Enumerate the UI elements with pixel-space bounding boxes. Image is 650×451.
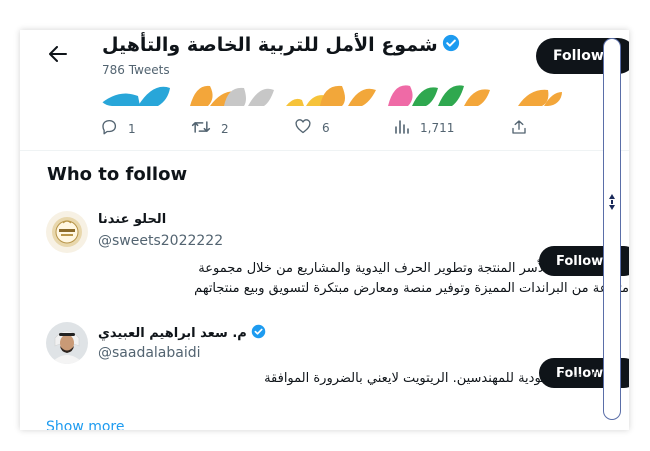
retweet-icon [191, 118, 211, 139]
user-bio-line-2: متنوعة من البراندات المميزة وتوفير منصة … [194, 281, 629, 296]
scrollbar[interactable] [603, 38, 621, 420]
analytics-bar-icon [394, 118, 410, 137]
tweet-panel: شموع الأمل للتربية الخاصة والتأهيل 786 T… [20, 30, 629, 430]
back-arrow-icon[interactable] [44, 40, 72, 68]
profile-name: شموع الأمل للتربية الخاصة والتأهيل [102, 34, 438, 56]
reply-icon [100, 118, 118, 139]
user-card-1[interactable]: الحلو عندنا @sweets2022222 Follow رؤيتنا… [20, 208, 629, 308]
who-to-follow-title: Who to follow [47, 164, 188, 185]
tweet-actions: 1 2 6 1,711 [98, 118, 538, 140]
views-button[interactable]: 1,711 [394, 118, 454, 137]
like-button[interactable]: 6 [294, 118, 330, 137]
profile-title: شموع الأمل للتربية الخاصة والتأهيل [102, 34, 460, 56]
heart-icon [294, 118, 312, 137]
verified-badge-icon [251, 324, 266, 343]
share-button[interactable] [510, 118, 528, 139]
view-count: 1,711 [420, 120, 455, 135]
retweet-count: 2 [221, 121, 229, 136]
avatar[interactable] [46, 211, 88, 253]
show-more-link[interactable]: Show more [46, 419, 125, 430]
user-name-row: الحلو عندنا [98, 212, 166, 227]
share-icon [510, 118, 528, 139]
user-name[interactable]: الحلو عندنا [98, 212, 166, 227]
user-bio-line-1: رؤيتنا هي دعم الأسر المنتجة وتطوير الحرف… [198, 261, 629, 276]
scroll-resize-icon[interactable] [608, 191, 616, 213]
user-bio-line-1: عضو الهيئة السعودية للمهندسين. الريتويت … [264, 371, 629, 386]
reply-button[interactable]: 1 [100, 118, 136, 139]
user-handle[interactable]: @sweets2022222 [98, 233, 223, 249]
avatar[interactable] [46, 322, 88, 364]
section-divider [20, 150, 629, 151]
user-handle[interactable]: @saadalabaidi [98, 345, 201, 361]
tweet-count: 786 Tweets [102, 63, 170, 77]
like-count: 6 [322, 120, 330, 135]
media-preview[interactable] [98, 78, 562, 106]
user-name-row: م. سعد ابراهيم العبيدي [98, 324, 266, 343]
user-name[interactable]: م. سعد ابراهيم العبيدي [98, 326, 247, 341]
retweet-button[interactable]: 2 [191, 118, 229, 139]
user-card-2[interactable]: م. سعد ابراهيم العبيدي @saadalabaidi Fol… [20, 320, 629, 400]
verified-badge-icon [442, 34, 460, 56]
reply-count: 1 [128, 121, 136, 136]
